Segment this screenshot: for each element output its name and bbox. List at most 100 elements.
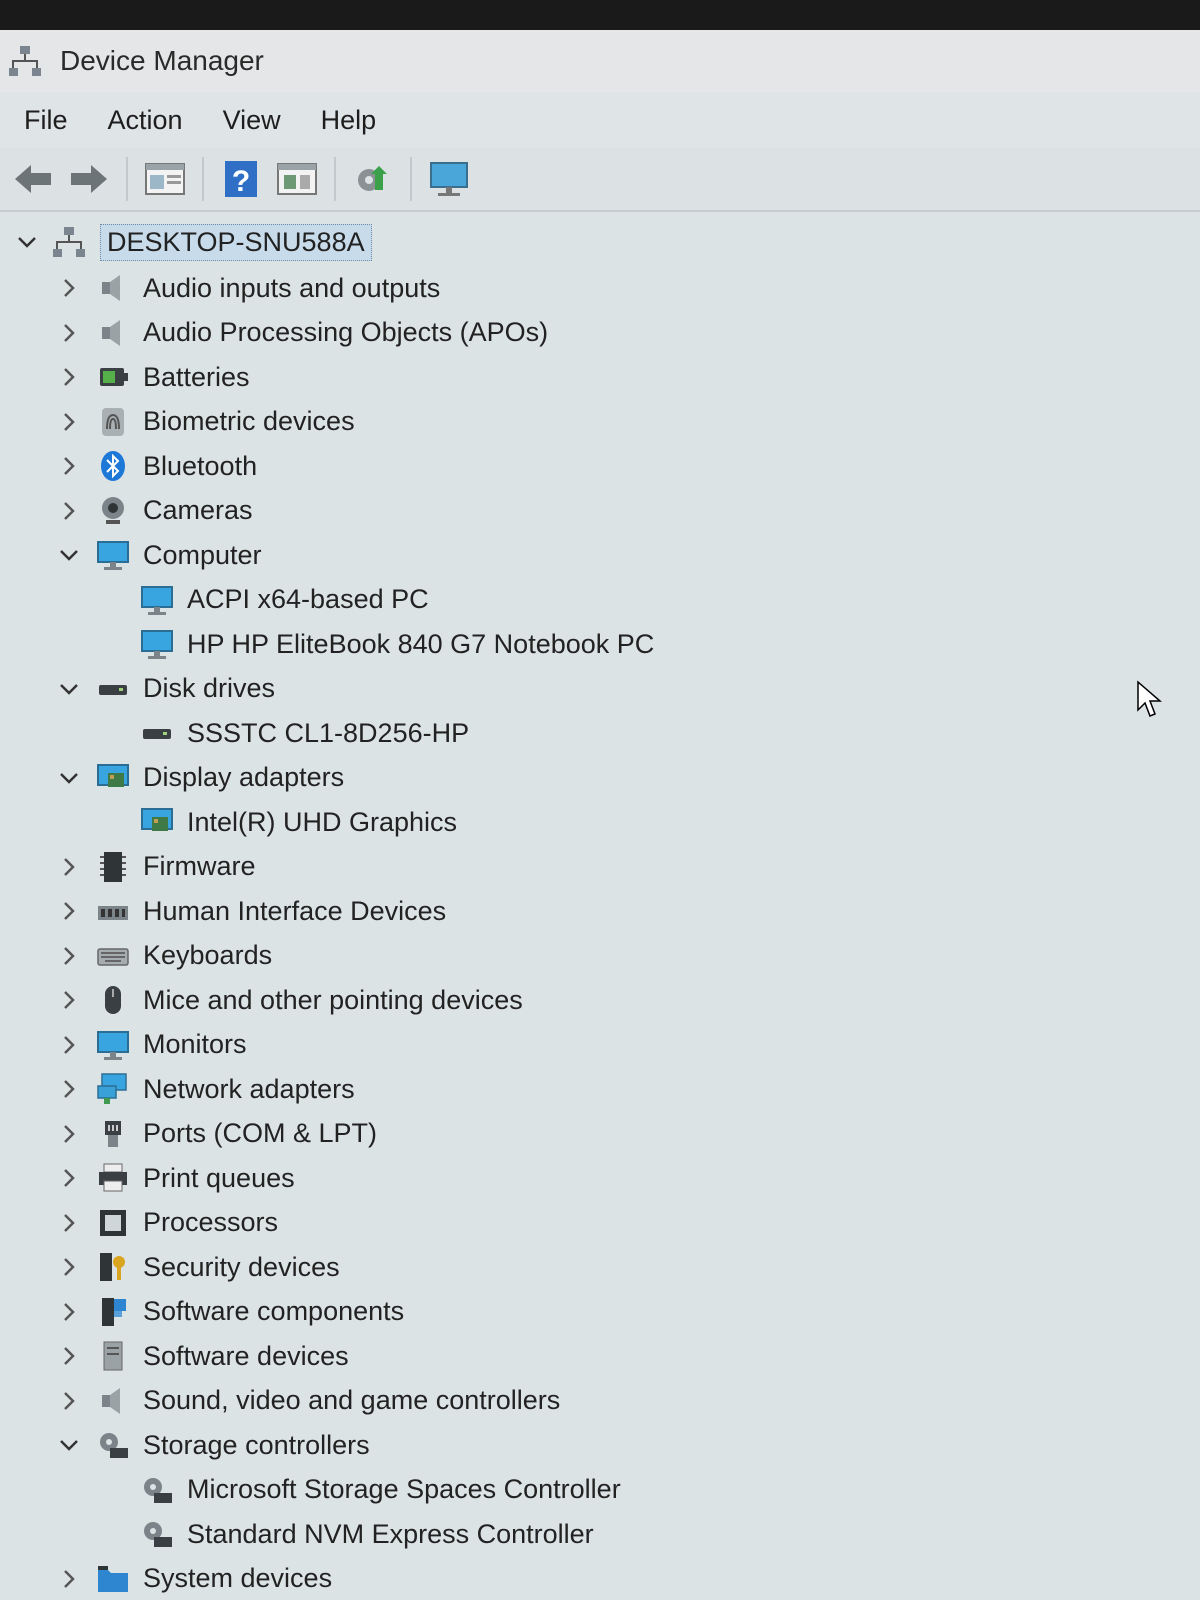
tree-category-audio-processing-objects-apos[interactable]: Audio Processing Objects (APOs) bbox=[0, 311, 1200, 356]
chevron-right-icon[interactable] bbox=[58, 1390, 80, 1412]
tree-device-acpi-x64-based-pc[interactable]: ACPI x64-based PC bbox=[0, 578, 1200, 623]
tree-device-ssstc-cl1-8d256-hp[interactable]: SSSTC CL1-8D256-HP bbox=[0, 711, 1200, 756]
chevron-down-icon[interactable] bbox=[58, 544, 80, 566]
tree-device-microsoft-storage-spaces-controller[interactable]: Microsoft Storage Spaces Controller bbox=[0, 1468, 1200, 1513]
bluetooth-icon bbox=[101, 451, 125, 482]
device-tree[interactable]: DESKTOP-SNU588A Audio inputs and outputs… bbox=[0, 212, 1200, 1600]
tree-item-label: SSSTC CL1-8D256-HP bbox=[187, 717, 470, 748]
chevron-right-icon[interactable] bbox=[58, 1212, 80, 1234]
svg-text:?: ? bbox=[232, 165, 250, 198]
menu-view[interactable]: View bbox=[223, 105, 281, 136]
display-adapter-icon bbox=[141, 808, 173, 832]
chevron-down-icon[interactable] bbox=[16, 231, 38, 253]
tree-item-label: Intel(R) UHD Graphics bbox=[187, 806, 458, 837]
system-folder-icon bbox=[98, 1565, 128, 1592]
chevron-right-icon[interactable] bbox=[58, 1568, 80, 1590]
properties-button[interactable] bbox=[142, 156, 188, 202]
tree-root[interactable]: DESKTOP-SNU588A bbox=[0, 220, 1200, 265]
tree-category-bluetooth[interactable]: Bluetooth bbox=[0, 444, 1200, 489]
chevron-right-icon[interactable] bbox=[58, 1301, 80, 1323]
storage-controller-icon bbox=[144, 1522, 172, 1548]
mouse-pointer-icon bbox=[1137, 680, 1162, 717]
scan-hardware-button[interactable] bbox=[426, 156, 472, 202]
tree-category-audio-inputs-and-outputs[interactable]: Audio inputs and outputs bbox=[0, 266, 1200, 311]
chevron-right-icon[interactable] bbox=[58, 989, 80, 1011]
tree-category-monitors[interactable]: Monitors bbox=[0, 1023, 1200, 1068]
tree-category-batteries[interactable]: Batteries bbox=[0, 355, 1200, 400]
tree-category-print-queues[interactable]: Print queues bbox=[0, 1156, 1200, 1201]
tree-category-network-adapters[interactable]: Network adapters bbox=[0, 1067, 1200, 1112]
network-icon bbox=[97, 1073, 127, 1105]
update-driver-icon bbox=[358, 166, 387, 191]
chevron-right-icon[interactable] bbox=[58, 411, 80, 433]
properties-icon bbox=[145, 163, 185, 195]
battery-icon bbox=[100, 368, 128, 387]
tree-item-label: Biometric devices bbox=[143, 406, 355, 437]
tree-item-label: Microsoft Storage Spaces Controller bbox=[187, 1474, 621, 1505]
tree-item-label: Computer bbox=[143, 539, 262, 570]
tree-category-system-devices[interactable]: System devices bbox=[0, 1557, 1200, 1600]
menu-file[interactable]: File bbox=[24, 105, 68, 136]
chevron-right-icon[interactable] bbox=[58, 945, 80, 967]
toolbar: ? bbox=[0, 148, 1200, 212]
chevron-down-icon[interactable] bbox=[58, 767, 80, 789]
chevron-right-icon[interactable] bbox=[58, 277, 80, 299]
chevron-right-icon[interactable] bbox=[58, 1123, 80, 1145]
tree-device-intel-r-uhd-graphics[interactable]: Intel(R) UHD Graphics bbox=[0, 800, 1200, 845]
tree-category-disk-drives[interactable]: Disk drives bbox=[0, 667, 1200, 712]
tree-category-human-interface-devices[interactable]: Human Interface Devices bbox=[0, 889, 1200, 934]
toolbar-separator bbox=[126, 157, 128, 201]
forward-button[interactable] bbox=[66, 156, 112, 202]
tree-item-label: Audio inputs and outputs bbox=[143, 272, 441, 303]
tree-category-firmware[interactable]: Firmware bbox=[0, 845, 1200, 890]
chevron-right-icon[interactable] bbox=[58, 900, 80, 922]
tree-category-biometric-devices[interactable]: Biometric devices bbox=[0, 400, 1200, 445]
port-icon bbox=[105, 1120, 121, 1147]
chevron-down-icon[interactable] bbox=[58, 678, 80, 700]
chevron-down-icon[interactable] bbox=[58, 1434, 80, 1456]
device-manager-app-icon bbox=[9, 46, 41, 76]
tree-category-computer[interactable]: Computer bbox=[0, 533, 1200, 578]
menu-action[interactable]: Action bbox=[108, 105, 183, 136]
tree-category-software-devices[interactable]: Software devices bbox=[0, 1334, 1200, 1379]
details-button[interactable] bbox=[274, 156, 320, 202]
tree-item-label: Audio Processing Objects (APOs) bbox=[143, 317, 549, 348]
chevron-right-icon[interactable] bbox=[58, 856, 80, 878]
tree-category-software-components[interactable]: Software components bbox=[0, 1290, 1200, 1335]
tree-category-storage-controllers[interactable]: Storage controllers bbox=[0, 1423, 1200, 1468]
tree-item-label: Firmware bbox=[143, 851, 256, 882]
tree-category-display-adapters[interactable]: Display adapters bbox=[0, 756, 1200, 801]
tree-device-standard-nvm-express-controller[interactable]: Standard NVM Express Controller bbox=[0, 1512, 1200, 1557]
chevron-right-icon[interactable] bbox=[58, 1256, 80, 1278]
chevron-right-icon[interactable] bbox=[58, 322, 80, 344]
tree-item-label: HP HP EliteBook 840 G7 Notebook PC bbox=[187, 628, 655, 659]
menu-help[interactable]: Help bbox=[321, 105, 377, 136]
tree-device-hp-hp-elitebook-840-g7-notebook-pc[interactable]: HP HP EliteBook 840 G7 Notebook PC bbox=[0, 622, 1200, 667]
monitor-icon bbox=[141, 630, 173, 660]
update-driver-button[interactable] bbox=[350, 156, 396, 202]
toolbar-separator bbox=[202, 157, 204, 201]
tree-category-ports-com-lpt[interactable]: Ports (COM & LPT) bbox=[0, 1112, 1200, 1157]
chevron-right-icon[interactable] bbox=[58, 500, 80, 522]
tree-category-processors[interactable]: Processors bbox=[0, 1201, 1200, 1246]
chevron-right-icon[interactable] bbox=[58, 1167, 80, 1189]
software-device-icon bbox=[103, 1341, 123, 1371]
tree-category-mice-and-other-pointing-devices[interactable]: Mice and other pointing devices bbox=[0, 978, 1200, 1023]
tree-item-label: Monitors bbox=[143, 1029, 247, 1060]
chevron-right-icon[interactable] bbox=[58, 1345, 80, 1367]
tree-category-keyboards[interactable]: Keyboards bbox=[0, 934, 1200, 979]
tree-category-security-devices[interactable]: Security devices bbox=[0, 1245, 1200, 1290]
fingerprint-icon bbox=[102, 407, 124, 436]
chevron-right-icon[interactable] bbox=[58, 366, 80, 388]
computer-root-icon bbox=[53, 227, 85, 258]
back-button[interactable] bbox=[10, 156, 56, 202]
tree-item-label: Keyboards bbox=[143, 940, 273, 971]
chevron-right-icon[interactable] bbox=[58, 1078, 80, 1100]
chevron-right-icon[interactable] bbox=[58, 1034, 80, 1056]
tree-category-cameras[interactable]: Cameras bbox=[0, 489, 1200, 534]
chevron-right-icon[interactable] bbox=[58, 455, 80, 477]
tree-category-sound-video-and-game-controllers[interactable]: Sound, video and game controllers bbox=[0, 1379, 1200, 1424]
back-icon bbox=[15, 165, 51, 193]
help-button[interactable]: ? bbox=[218, 156, 264, 202]
storage-controller-icon bbox=[100, 1433, 128, 1459]
